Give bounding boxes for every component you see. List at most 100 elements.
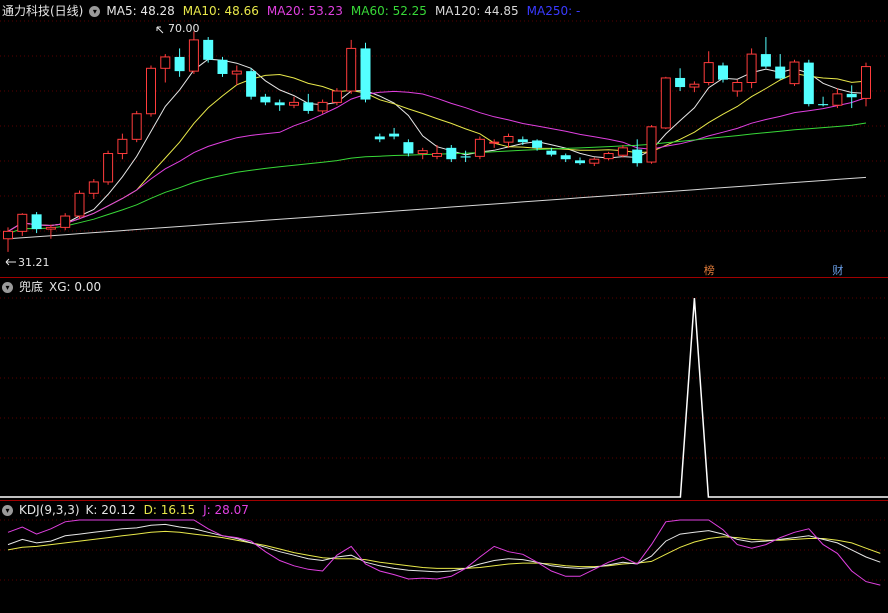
ma-label-2: MA20: 53.23 xyxy=(266,4,343,18)
candle-body xyxy=(417,150,428,155)
candle xyxy=(188,31,199,74)
xg-line xyxy=(0,297,888,498)
low-price-label: 31.21 xyxy=(18,256,50,269)
settings-toggle-icon[interactable]: ▾ xyxy=(2,504,13,516)
candle-body xyxy=(131,113,142,140)
ma-label-0: MA5: 48.28 xyxy=(106,4,175,18)
candle-body xyxy=(246,71,257,97)
candle-body xyxy=(3,230,13,240)
candle xyxy=(45,224,56,239)
ma-indicator-values: MA5: 48.28 MA10: 48.66 MA20: 53.23 MA60: 52… xyxy=(106,3,580,19)
candle xyxy=(74,190,85,219)
kdj-title[interactable]: KDJ(9,3,3) xyxy=(19,502,80,518)
candle xyxy=(446,145,457,163)
candle xyxy=(575,157,585,165)
candle-body xyxy=(45,226,56,230)
candle-body xyxy=(660,77,671,129)
candle-body xyxy=(217,59,228,74)
candle-body xyxy=(203,39,214,60)
candle-body xyxy=(460,156,471,158)
candle-body xyxy=(60,215,71,228)
candle xyxy=(3,227,13,252)
candle-body xyxy=(188,39,199,72)
xg-indicator xyxy=(0,297,888,498)
candle xyxy=(274,99,285,111)
candle xyxy=(818,96,829,107)
candle xyxy=(331,88,342,106)
candle xyxy=(160,54,171,83)
ma-label-3: MA60: 52.25 xyxy=(350,4,427,18)
candle-body xyxy=(532,140,543,148)
candle-body xyxy=(231,70,242,75)
candle xyxy=(746,48,757,89)
candle-body xyxy=(88,181,99,194)
candle xyxy=(560,153,571,163)
candle xyxy=(789,59,800,86)
candle-body xyxy=(331,90,342,103)
settings-toggle-icon[interactable]: ▾ xyxy=(89,5,101,17)
candle xyxy=(360,42,371,103)
candle-body xyxy=(103,153,114,183)
kdj-lines xyxy=(7,519,881,586)
candle-body xyxy=(861,66,871,99)
chart-canvas[interactable]: 70.00 31.21 榜 财 xyxy=(0,0,888,613)
grid-lines xyxy=(0,20,888,581)
stock-title[interactable]: 通力科技(日线) xyxy=(2,3,83,19)
candle-body xyxy=(432,153,442,157)
xg-title[interactable]: 兜底 xyxy=(19,279,43,295)
candle-body xyxy=(546,150,557,155)
candle-body xyxy=(760,54,771,67)
candle-body xyxy=(446,147,457,160)
candle-body xyxy=(818,104,829,106)
candle xyxy=(417,147,428,160)
candle xyxy=(174,48,185,77)
candle-body xyxy=(503,135,514,143)
settings-toggle-icon[interactable]: ▾ xyxy=(2,281,13,293)
candle-body xyxy=(160,56,171,69)
candle-body xyxy=(517,139,528,143)
candle xyxy=(474,136,485,160)
main-panel-header: 通力科技(日线) ▾ MA5: 48.28 MA10: 48.66 MA20: 53… xyxy=(2,3,580,19)
candle xyxy=(861,62,871,107)
candle xyxy=(703,51,714,86)
panel-separator xyxy=(0,500,888,501)
low-arrow-icon xyxy=(5,258,16,266)
candle xyxy=(246,68,257,100)
candle-body xyxy=(389,133,400,137)
candle-body xyxy=(703,62,714,83)
candle-body xyxy=(289,101,299,106)
ma-label-1: MA10: 48.66 xyxy=(182,4,259,18)
candle xyxy=(760,37,771,69)
candle-body xyxy=(617,147,628,156)
candle xyxy=(617,145,628,158)
candle xyxy=(689,81,700,93)
candle xyxy=(231,65,242,86)
candle xyxy=(146,65,156,117)
candle xyxy=(31,212,42,234)
candle-body xyxy=(718,65,728,80)
candle xyxy=(403,139,414,157)
candle-body xyxy=(560,155,571,160)
candle-body xyxy=(360,48,371,100)
candle xyxy=(289,96,299,109)
candle-body xyxy=(789,61,800,85)
kdj-panel-header: ▾ KDJ(9,3,3) K: 20.12 D: 16.15 J: 28.07 xyxy=(2,502,249,518)
candle-body xyxy=(31,214,42,230)
candle-body xyxy=(274,102,285,106)
candle-body xyxy=(675,77,686,88)
candle-body xyxy=(746,53,757,83)
candle-body xyxy=(803,62,814,105)
candle xyxy=(389,127,400,140)
candle-body xyxy=(632,149,643,164)
candle xyxy=(517,136,528,145)
kdj-label-1: D: 16.15 xyxy=(143,503,196,517)
candle xyxy=(317,99,328,114)
candle-body xyxy=(303,102,314,111)
candle-body xyxy=(689,83,700,88)
candle xyxy=(846,85,857,109)
candle xyxy=(103,150,114,185)
candle-body xyxy=(589,158,600,164)
candle-body xyxy=(732,82,743,92)
candle xyxy=(803,59,814,107)
candle xyxy=(260,93,271,106)
